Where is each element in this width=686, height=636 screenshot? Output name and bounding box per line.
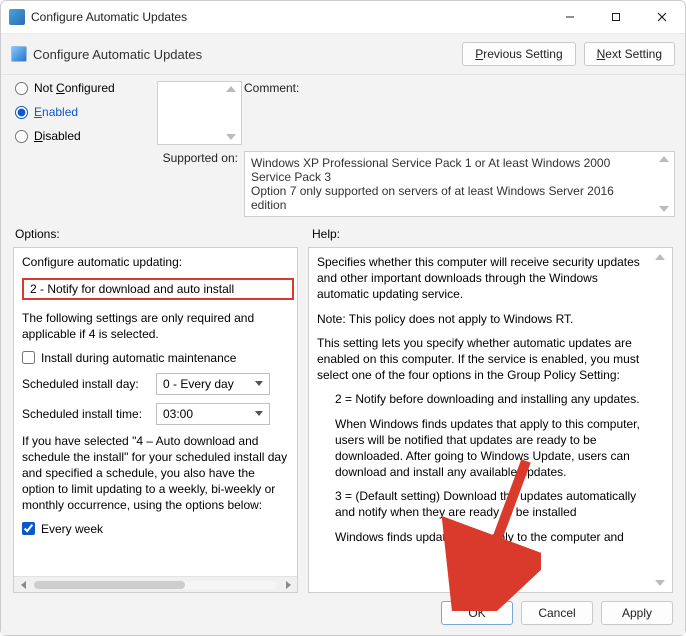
supported-label: Supported on:: [157, 151, 242, 165]
chk-install-maintenance[interactable]: Install during automatic maintenance: [22, 351, 289, 365]
close-button[interactable]: [639, 1, 685, 33]
minimize-icon: [565, 12, 575, 22]
policy-header: Configure Automatic Updates Previous Set…: [1, 33, 685, 75]
maximize-button[interactable]: [593, 1, 639, 33]
titlebar: Configure Automatic Updates: [1, 1, 685, 33]
sched-day-value: 0 - Every day: [163, 377, 234, 391]
sched-time-value: 03:00: [163, 407, 193, 421]
configure-updating-dropdown[interactable]: 2 - Notify for download and auto install: [22, 278, 294, 300]
ok-button[interactable]: OK: [441, 601, 513, 625]
section-labels: Options: Help:: [1, 221, 685, 247]
next-setting-button[interactable]: Next Setting: [584, 42, 675, 66]
scroll-up-icon: [659, 156, 669, 162]
configure-updating-value: 2 - Notify for download and auto install: [30, 282, 234, 296]
help-p4: 2 = Notify before downloading and instal…: [317, 391, 650, 407]
sched-day-dropdown[interactable]: 0 - Every day: [156, 373, 270, 395]
help-label: Help:: [312, 227, 673, 241]
app-icon: [9, 9, 25, 25]
radio-disabled[interactable]: Disabled: [15, 129, 155, 143]
scroll-left-icon: [21, 581, 26, 589]
maximize-icon: [611, 12, 621, 22]
help-scrollbar[interactable]: [652, 252, 668, 588]
minimize-button[interactable]: [547, 1, 593, 33]
options-hscrollbar[interactable]: [14, 576, 297, 592]
help-p2: Note: This policy does not apply to Wind…: [317, 311, 650, 327]
scroll-down-icon: [655, 580, 665, 586]
chevron-down-icon: [255, 411, 263, 416]
scroll-down-icon: [226, 134, 236, 140]
chevron-down-icon: [255, 381, 263, 386]
help-p7: Windows finds updates that apply to the …: [317, 529, 650, 545]
policy-icon: [11, 46, 27, 62]
supported-scrollbar[interactable]: [656, 154, 672, 214]
panels-row: Configure automatic updating: 2 - Notify…: [1, 247, 685, 593]
apply-button[interactable]: Apply: [601, 601, 673, 625]
options-label: Options:: [15, 227, 312, 241]
supported-on-box: Windows XP Professional Service Pack 1 o…: [244, 151, 675, 217]
window-root: Configure Automatic Updates Configure Au…: [0, 0, 686, 636]
config-area: Not Configured Enabled Disabled Comment:: [1, 75, 685, 221]
help-p6: 3 = (Default setting) Download the updat…: [317, 488, 650, 520]
scroll-right-icon: [286, 581, 291, 589]
state-radio-group: Not Configured Enabled Disabled: [15, 81, 155, 143]
radio-enabled[interactable]: Enabled: [15, 105, 155, 119]
options-panel: Configure automatic updating: 2 - Notify…: [13, 247, 298, 593]
body: Not Configured Enabled Disabled Comment:: [1, 75, 685, 635]
chk-every-week[interactable]: Every week: [22, 522, 289, 536]
options-note-1: The following settings are only required…: [22, 310, 289, 342]
help-p5: When Windows finds updates that apply to…: [317, 416, 650, 481]
policy-title: Configure Automatic Updates: [33, 47, 202, 62]
radio-not-configured[interactable]: Not Configured: [15, 81, 155, 95]
scroll-up-icon: [226, 86, 236, 92]
supported-on-text: Windows XP Professional Service Pack 1 o…: [251, 156, 668, 212]
footer: OK Cancel Apply: [1, 593, 685, 635]
comment-label: Comment:: [244, 81, 675, 95]
sched-time-label: Scheduled install time:: [22, 407, 148, 421]
help-p1: Specifies whether this computer will rec…: [317, 254, 650, 303]
window-title: Configure Automatic Updates: [31, 10, 187, 24]
comment-textarea[interactable]: [157, 81, 242, 145]
scroll-down-icon: [659, 206, 669, 212]
help-panel: Specifies whether this computer will rec…: [308, 247, 673, 593]
options-heading: Configure automatic updating:: [22, 254, 289, 270]
sched-time-dropdown[interactable]: 03:00: [156, 403, 270, 425]
comment-scrollbar[interactable]: [223, 84, 239, 142]
scroll-up-icon: [655, 254, 665, 260]
help-p3: This setting lets you specify whether au…: [317, 335, 650, 384]
close-icon: [657, 12, 667, 22]
cancel-button[interactable]: Cancel: [521, 601, 593, 625]
previous-setting-button[interactable]: Previous Setting: [462, 42, 575, 66]
options-note-2: If you have selected "4 – Auto download …: [22, 433, 289, 514]
sched-day-label: Scheduled install day:: [22, 377, 148, 391]
scroll-thumb[interactable]: [34, 581, 185, 589]
